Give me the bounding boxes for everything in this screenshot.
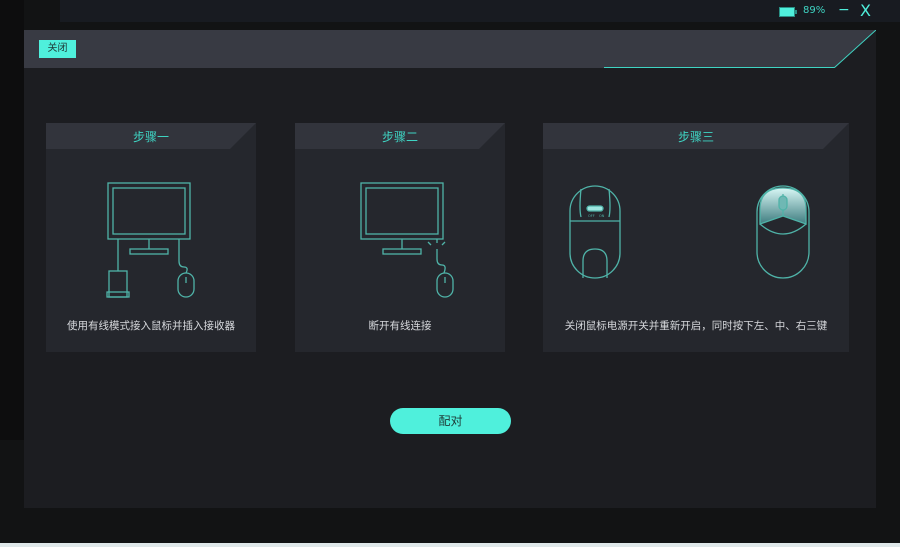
disconnect-illustration	[360, 182, 454, 298]
battery-icon	[779, 7, 797, 17]
mouse-reset-illustration: OFF ON	[569, 185, 810, 279]
battery-level: 89%	[803, 5, 826, 16]
step-title: 步骤一	[132, 130, 169, 144]
power-switch	[586, 205, 604, 212]
step-title: 步骤二	[381, 130, 418, 144]
title-bar	[60, 0, 900, 22]
close-window-button[interactable]: X	[860, 1, 871, 20]
step-description: 使用有线模式接入鼠标并插入接收器	[67, 320, 235, 332]
pair-button[interactable]: 配对	[390, 408, 511, 434]
step-card-3: 步骤三 OFF ON 关闭鼠标电源开关并重新开启，同时按下左、中、右三键	[543, 123, 849, 352]
minimize-button[interactable]: −	[838, 2, 850, 18]
bottom-strip	[0, 543, 900, 547]
step-card-2: 步骤二 断开有线连接	[295, 123, 505, 352]
switch-on-label: ON	[599, 214, 605, 218]
step-description: 断开有线连接	[368, 320, 432, 332]
step-description: 关闭鼠标电源开关并重新开启，同时按下左、中、右三键	[564, 320, 828, 332]
step-title: 步骤三	[677, 130, 714, 144]
pairing-dialog: 关闭 步骤一 使用有线模式接入鼠标并插入接收器 步骤二 断开有线连接 步骤三 O…	[24, 30, 876, 508]
wired-connection-illustration	[106, 182, 195, 298]
step-card-1: 步骤一 使用有线模式接入鼠标并插入接收器	[46, 123, 256, 352]
close-button[interactable]: 关闭	[39, 40, 76, 58]
switch-off-label: OFF	[588, 214, 595, 218]
mouse-bottom	[569, 185, 621, 279]
dialog-banner	[24, 30, 876, 68]
background-strip	[0, 0, 24, 440]
